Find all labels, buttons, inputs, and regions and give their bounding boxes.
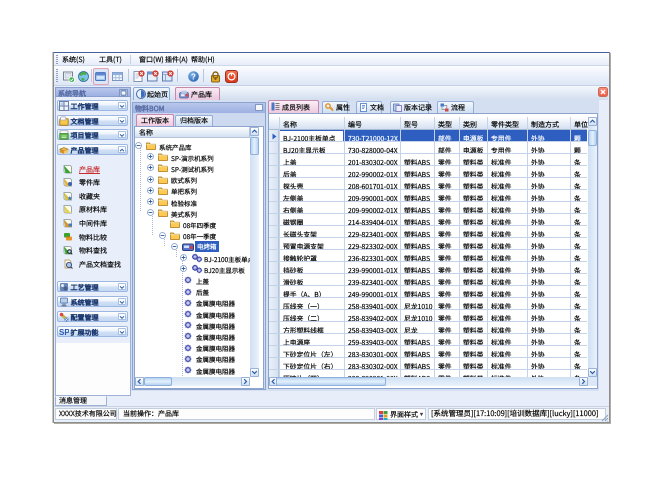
svg-text:SP: SP [59, 328, 69, 337]
svg-text:?: ? [191, 72, 196, 81]
